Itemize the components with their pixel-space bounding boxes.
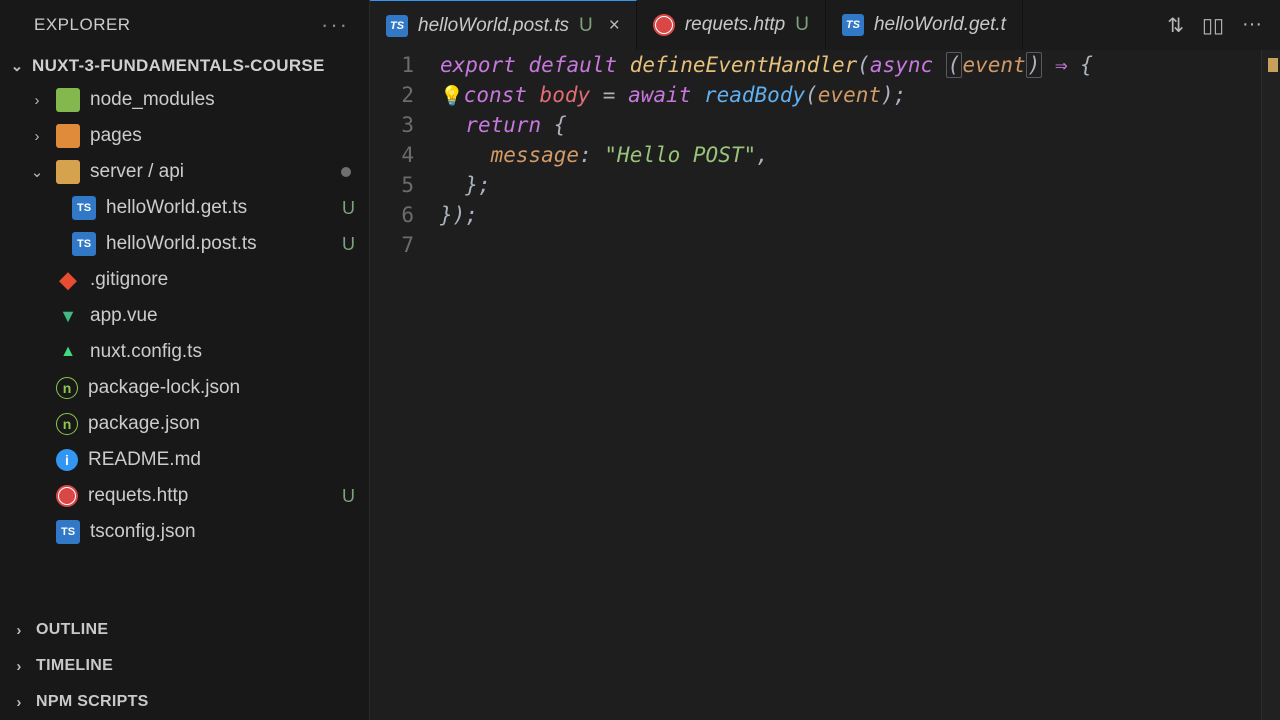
compare-changes-icon[interactable]: ⇅: [1167, 13, 1184, 38]
tab-helloworld-post[interactable]: TS helloWorld.post.ts U ×: [370, 0, 637, 50]
line-number: 1: [370, 50, 414, 80]
file-requests-http[interactable]: requets.http U: [0, 478, 369, 514]
file-package-json[interactable]: n package.json: [0, 406, 369, 442]
git-status: U: [342, 486, 355, 507]
git-status: U: [342, 198, 355, 219]
chevron-down-icon: ⌄: [8, 57, 26, 75]
file-gitignore[interactable]: ◆ .gitignore: [0, 262, 369, 298]
project-root[interactable]: ⌄ NUXT-3-FUNDAMENTALS-COURSE: [0, 50, 369, 82]
tab-label: requets.http: [685, 14, 785, 36]
close-icon[interactable]: ×: [609, 15, 620, 37]
http-file-icon: [56, 485, 78, 507]
folder-icon: [56, 124, 80, 148]
tab-bar: TS helloWorld.post.ts U × requets.http U…: [370, 0, 1280, 50]
chevron-right-icon: ›: [10, 658, 28, 675]
folder-pages[interactable]: › pages: [0, 118, 369, 154]
panel-label: OUTLINE: [36, 621, 108, 639]
file-helloworld-get[interactable]: TS helloWorld.get.ts U: [0, 190, 369, 226]
nuxt-file-icon: ▲: [56, 340, 80, 364]
line-number: 2: [370, 80, 414, 110]
file-label: requets.http: [88, 485, 188, 507]
project-name: NUXT-3-FUNDAMENTALS-COURSE: [32, 56, 325, 76]
panel-outline[interactable]: › OUTLINE: [0, 612, 369, 648]
tab-requests-http[interactable]: requets.http U: [637, 0, 826, 50]
panel-timeline[interactable]: › TIMELINE: [0, 648, 369, 684]
explorer-sidebar: EXPLORER ··· ⌄ NUXT-3-FUNDAMENTALS-COURS…: [0, 0, 370, 720]
panel-label: NPM SCRIPTS: [36, 693, 149, 711]
file-label: nuxt.config.ts: [90, 341, 202, 363]
folder-node-modules[interactable]: › node_modules: [0, 82, 369, 118]
modified-indicator-icon: [341, 167, 351, 177]
file-label: app.vue: [90, 305, 158, 327]
file-tsconfig[interactable]: TS tsconfig.json: [0, 514, 369, 550]
ts-file-icon: TS: [72, 232, 96, 256]
editor-pane: TS helloWorld.post.ts U × requets.http U…: [370, 0, 1280, 720]
tab-helloworld-get[interactable]: TS helloWorld.get.t: [826, 0, 1023, 50]
file-app-vue[interactable]: ▼ app.vue: [0, 298, 369, 334]
ts-file-icon: TS: [72, 196, 96, 220]
tab-git-status: U: [795, 14, 809, 36]
code-content[interactable]: export default defineEventHandler(async …: [432, 50, 1262, 720]
npm-file-icon: n: [56, 377, 78, 399]
tab-label: helloWorld.post.ts: [418, 15, 569, 37]
git-file-icon: ◆: [56, 268, 80, 292]
tab-actions: ⇅ ▯▯ ···: [1167, 13, 1280, 38]
tab-git-status: U: [579, 15, 593, 37]
panel-label: TIMELINE: [36, 657, 113, 675]
folder-icon: [56, 88, 80, 112]
file-tree: › node_modules › pages ⌄ server / api TS…: [0, 82, 369, 612]
minimap-viewport[interactable]: [1268, 58, 1278, 72]
file-helloworld-post[interactable]: TS helloWorld.post.ts U: [0, 226, 369, 262]
ts-file-icon: TS: [386, 15, 408, 37]
folder-icon: [56, 160, 80, 184]
tab-label: helloWorld.get.t: [874, 14, 1006, 36]
ts-file-icon: TS: [56, 520, 80, 544]
file-readme[interactable]: i README.md: [0, 442, 369, 478]
file-nuxt-config[interactable]: ▲ nuxt.config.ts: [0, 334, 369, 370]
info-file-icon: i: [56, 449, 78, 471]
code-editor[interactable]: 1 2 3 4 5 6 7 export default defineEvent…: [370, 50, 1280, 720]
file-label: .gitignore: [90, 269, 168, 291]
line-number: 7: [370, 230, 414, 260]
line-number: 4: [370, 140, 414, 170]
folder-label: node_modules: [90, 89, 215, 111]
chevron-right-icon: ›: [28, 128, 46, 145]
folder-label: server / api: [90, 161, 184, 183]
chevron-right-icon: ›: [28, 92, 46, 109]
folder-server-api[interactable]: ⌄ server / api: [0, 154, 369, 190]
chevron-right-icon: ›: [10, 694, 28, 711]
chevron-right-icon: ›: [10, 622, 28, 639]
file-label: helloWorld.post.ts: [106, 233, 257, 255]
file-label: package.json: [88, 413, 200, 435]
sidebar-bottom-panels: › OUTLINE › TIMELINE › NPM SCRIPTS: [0, 612, 369, 720]
line-gutter: 1 2 3 4 5 6 7: [370, 50, 432, 720]
line-number: 6: [370, 200, 414, 230]
http-file-icon: [653, 14, 675, 36]
explorer-header: EXPLORER ···: [0, 0, 369, 50]
line-number: 5: [370, 170, 414, 200]
minimap[interactable]: [1262, 50, 1280, 720]
git-status: U: [342, 234, 355, 255]
lightbulb-icon[interactable]: 💡: [440, 85, 464, 107]
file-label: README.md: [88, 449, 201, 471]
file-label: helloWorld.get.ts: [106, 197, 247, 219]
line-number: 3: [370, 110, 414, 140]
panel-npm-scripts[interactable]: › NPM SCRIPTS: [0, 684, 369, 720]
ts-file-icon: TS: [842, 14, 864, 36]
more-actions-icon[interactable]: ···: [1242, 13, 1262, 38]
split-editor-icon[interactable]: ▯▯: [1202, 13, 1224, 38]
explorer-more-icon[interactable]: ···: [321, 12, 349, 38]
file-label: package-lock.json: [88, 377, 240, 399]
vue-file-icon: ▼: [56, 304, 80, 328]
folder-label: pages: [90, 125, 142, 147]
chevron-down-icon: ⌄: [28, 163, 46, 181]
explorer-title: EXPLORER: [34, 15, 131, 35]
file-package-lock[interactable]: n package-lock.json: [0, 370, 369, 406]
file-label: tsconfig.json: [90, 521, 196, 543]
npm-file-icon: n: [56, 413, 78, 435]
